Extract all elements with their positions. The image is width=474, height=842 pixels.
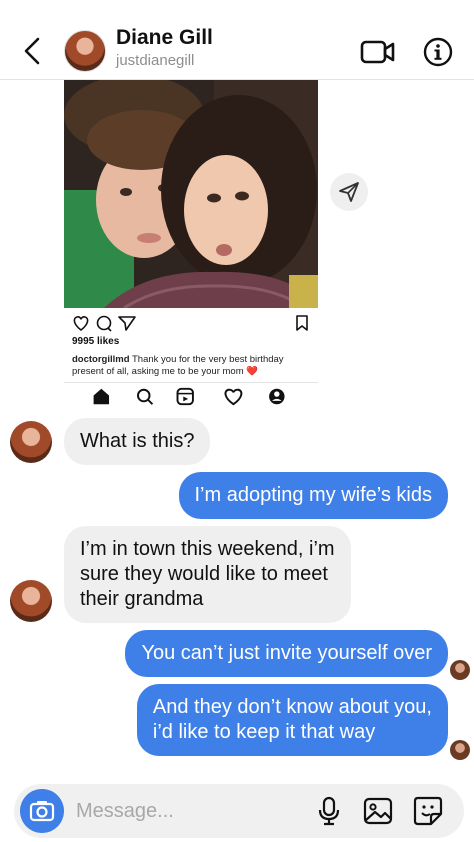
home-icon[interactable] (93, 388, 110, 405)
post-photo[interactable] (64, 80, 318, 308)
profile-icon[interactable] (269, 388, 285, 405)
message-line: their grandma (80, 588, 204, 610)
reels-icon[interactable] (176, 387, 194, 406)
contact-avatar[interactable] (64, 30, 106, 72)
post-nav-bar (64, 382, 318, 406)
message-line: sure they would like to meet (80, 563, 328, 585)
post-caption: doctorgillmd Thank you for the very best… (72, 354, 312, 378)
message-line: i’d like to keep it that way (152, 721, 376, 743)
bookmark-icon[interactable] (296, 315, 308, 331)
sender-avatar[interactable] (10, 580, 52, 622)
contact-username[interactable]: justdianegill (116, 52, 194, 69)
sticker-icon[interactable] (412, 795, 444, 827)
message-bubble-outgoing[interactable]: You can’t just invite yourself over (125, 630, 448, 677)
video-camera-icon[interactable] (360, 38, 396, 66)
heart-icon[interactable] (73, 316, 89, 332)
shared-post[interactable]: 9995 likes doctorgillmd Thank you for th… (64, 80, 318, 410)
search-icon[interactable] (137, 388, 154, 405)
message-composer (14, 784, 464, 838)
activity-heart-icon[interactable] (224, 388, 243, 406)
comment-icon[interactable] (96, 315, 112, 332)
message-line: And they don’t know about you, (152, 696, 432, 718)
send-icon[interactable] (118, 316, 136, 331)
message-bubble-incoming[interactable]: I’m in town this weekend, i’m sure they … (64, 526, 351, 623)
read-receipt-avatar (450, 660, 470, 680)
image-icon[interactable] (362, 795, 394, 827)
paper-plane-icon[interactable] (330, 173, 368, 211)
message-bubble-outgoing[interactable]: I’m adopting my wife’s kids (178, 472, 448, 519)
microphone-icon[interactable] (314, 795, 344, 827)
message-bubble-incoming[interactable]: What is this? (64, 418, 211, 465)
post-likes[interactable]: 9995 likes (72, 336, 119, 347)
post-action-row (73, 315, 308, 332)
contact-name[interactable]: Diane Gill (116, 26, 213, 50)
message-input[interactable] (76, 792, 286, 830)
sender-avatar[interactable] (10, 421, 52, 463)
message-bubble-outgoing[interactable]: And they don’t know about you, i’d like … (136, 684, 448, 756)
heart-emoji: ❤️ (246, 366, 259, 377)
camera-icon[interactable] (20, 789, 64, 833)
info-icon[interactable] (423, 37, 453, 67)
caption-username[interactable]: doctorgillmd (72, 354, 130, 365)
chevron-left-icon[interactable] (20, 36, 46, 66)
read-receipt-avatar (450, 740, 470, 760)
conversation-header: Diane Gill justdianegill (0, 0, 474, 80)
message-line: I’m in town this weekend, i’m (80, 538, 335, 560)
